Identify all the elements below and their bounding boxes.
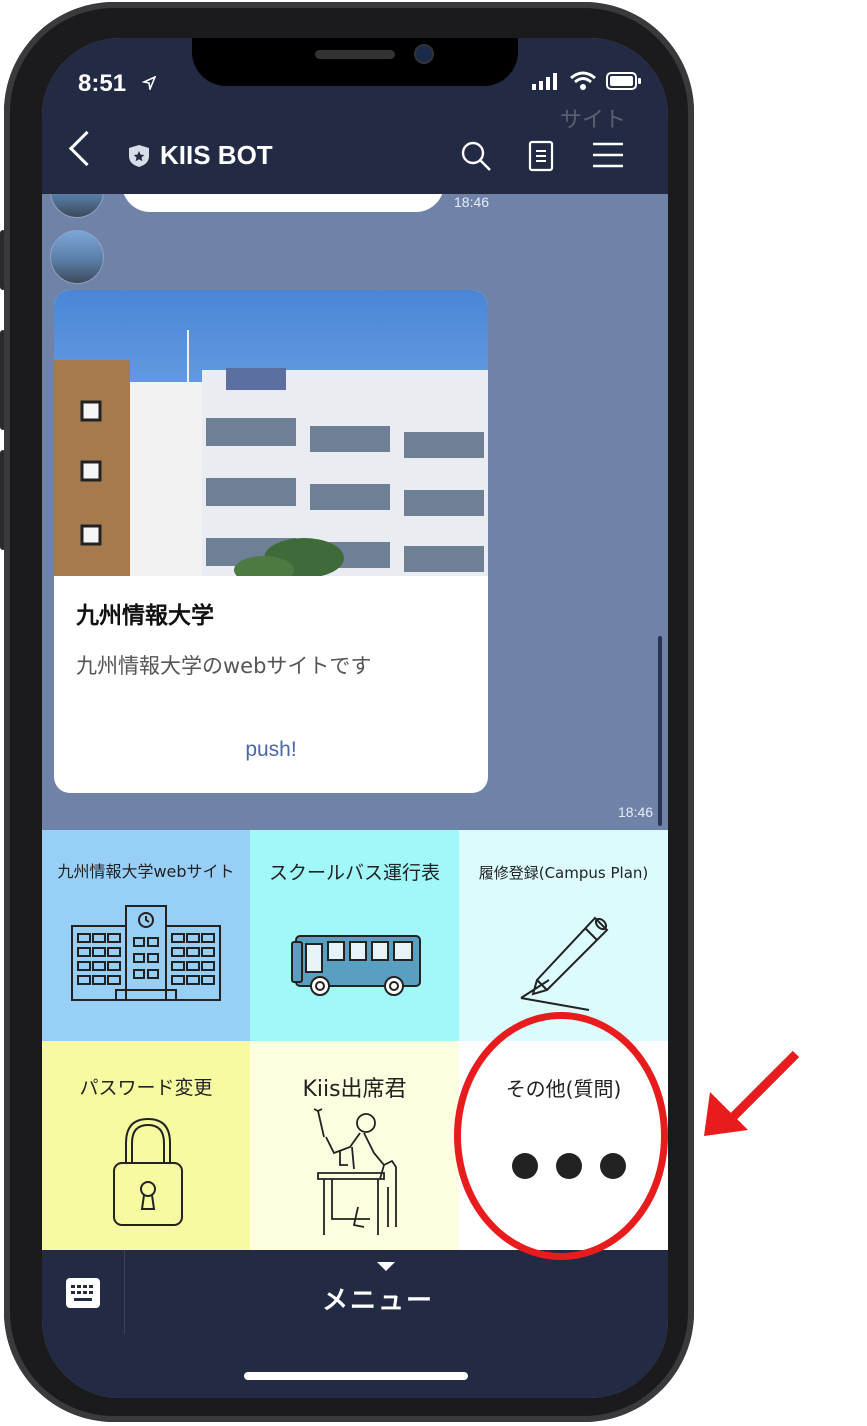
chat-title: KIIS BOT [160, 140, 273, 170]
header-ghost-text: サイト [560, 108, 627, 133]
card-push-button[interactable]: push! [54, 738, 488, 762]
menu-toggle-caret-icon[interactable] [377, 1262, 395, 1271]
menu-item-label: パスワード変更 [79, 1077, 213, 1099]
card-timestamp: 18:46 [618, 804, 654, 820]
keyboard-icon[interactable] [66, 1278, 100, 1308]
message-timestamp: 18:46 [454, 194, 490, 210]
menu-item-school-bus[interactable]: スクールバス運行表 [250, 830, 459, 1041]
school-building-icon [71, 905, 221, 1001]
pointer-arrow-icon [704, 1050, 800, 1136]
back-chevron-icon[interactable] [68, 130, 105, 167]
cellular-signal-icon [532, 73, 557, 90]
flex-message-card[interactable]: 九州情報大学 九州情報大学のwebサイトです push! [54, 290, 488, 793]
chat-scrollbar[interactable] [658, 636, 662, 826]
menu-item-label: スクールバス運行表 [268, 862, 440, 884]
student-at-desk-icon [313, 1108, 397, 1235]
chat-header: サイト KIIS BOT [42, 108, 668, 194]
bus-icon [291, 935, 421, 996]
pencil-icon [520, 916, 609, 1011]
battery-icon [606, 72, 641, 90]
wifi-icon [570, 71, 596, 90]
front-camera [414, 44, 434, 64]
bottom-bar: メニュー [42, 1250, 668, 1398]
home-indicator[interactable] [244, 1372, 468, 1380]
notch [192, 38, 518, 86]
menu-item-label: 九州情報大学webサイト [57, 862, 235, 881]
menu-item-course-registration[interactable]: 履修登録(Campus Plan) [459, 830, 668, 1041]
padlock-icon [113, 1117, 183, 1226]
chat-area[interactable]: サイト を検知しました。 18:46 [42, 154, 668, 830]
hamburger-menu-icon[interactable] [592, 140, 624, 170]
menu-item-attendance[interactable]: Kiis出席君 [250, 1041, 459, 1250]
speaker [315, 50, 395, 59]
card-title: 九州情報大学 [76, 603, 214, 629]
bottom-bar-divider [124, 1250, 125, 1334]
status-time: 8:51 [78, 70, 127, 97]
location-arrow-icon [142, 76, 156, 90]
highlight-circle [454, 1012, 668, 1260]
menu-toggle-button[interactable]: メニュー [322, 1280, 434, 1317]
notes-icon[interactable] [528, 140, 554, 172]
university-building-photo [54, 290, 488, 576]
menu-item-university-website[interactable]: 九州情報大学webサイト [42, 830, 250, 1041]
card-description: 九州情報大学のwebサイトです [76, 654, 372, 678]
menu-item-label: 履修登録(Campus Plan) [478, 864, 649, 882]
bot-avatar [50, 230, 104, 284]
search-icon[interactable] [460, 140, 492, 172]
menu-item-password-change[interactable]: パスワード変更 [42, 1041, 250, 1250]
official-shield-icon [129, 145, 149, 167]
menu-item-label: Kiis出席君 [302, 1077, 407, 1102]
